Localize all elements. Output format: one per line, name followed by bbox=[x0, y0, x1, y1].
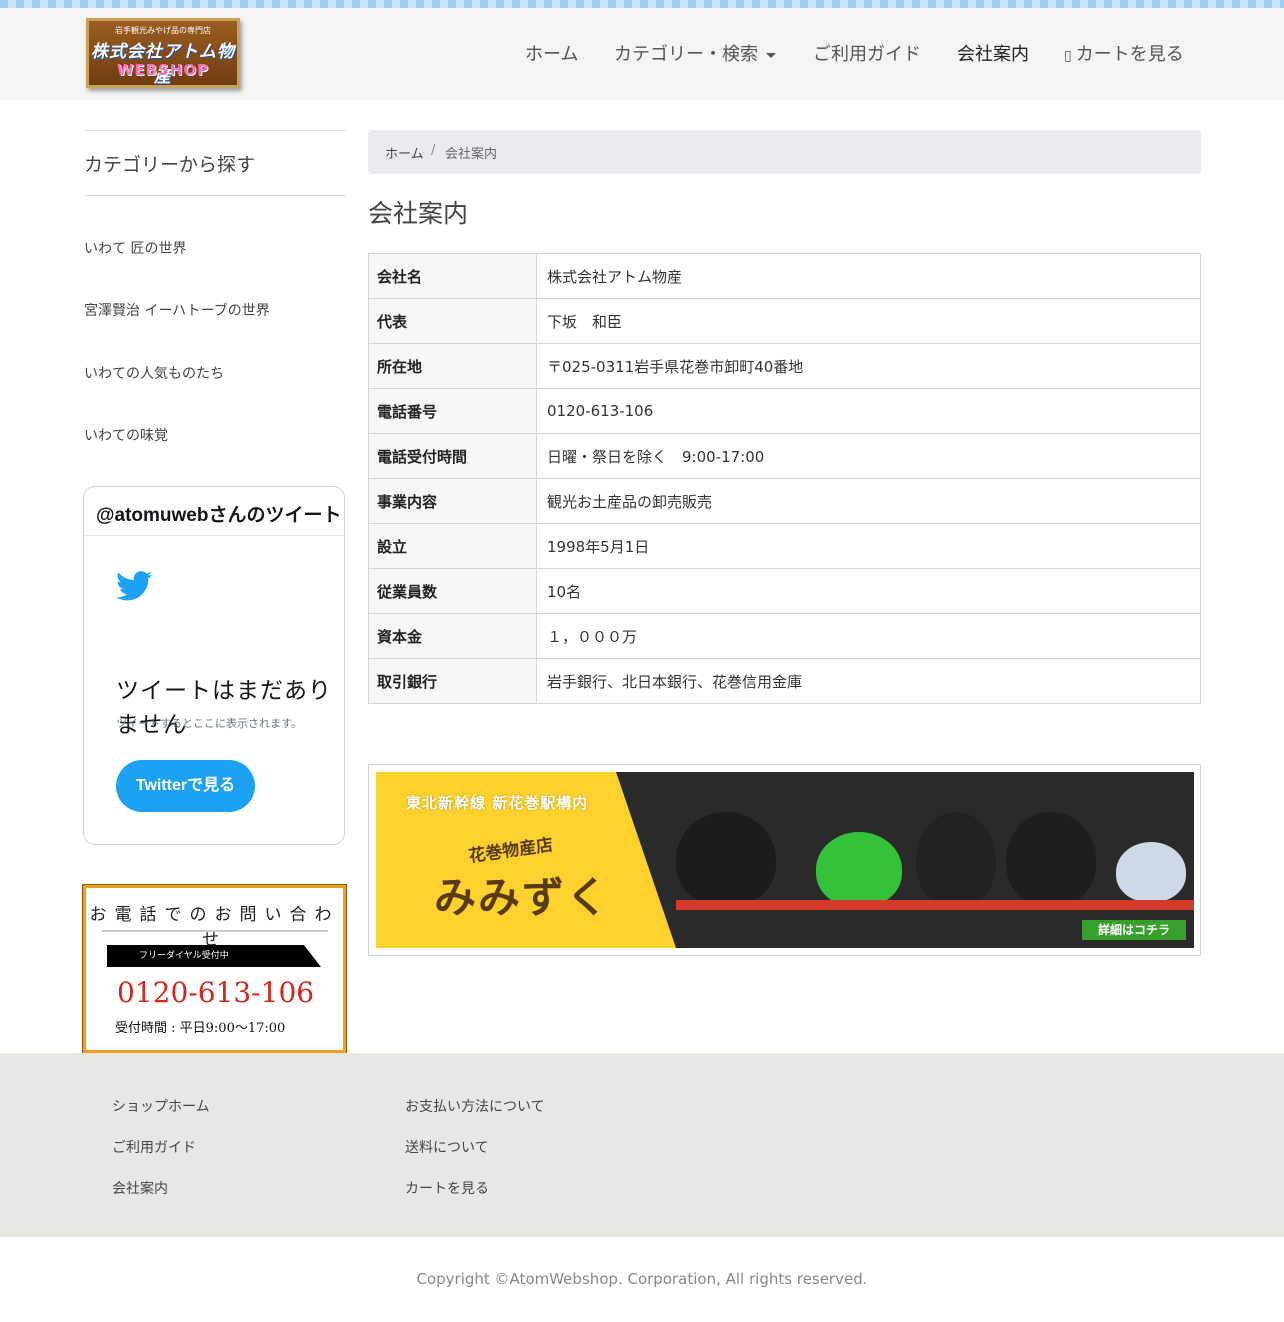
nav-cart[interactable]: ▯ カートを見る bbox=[1064, 40, 1184, 70]
page-title: 会社案内 bbox=[368, 199, 469, 228]
banner-shelf bbox=[676, 900, 1194, 910]
row-key: 電話受付時間 bbox=[368, 433, 537, 479]
nav-category-search[interactable]: カテゴリー・検索 bbox=[614, 40, 776, 70]
twitter-header-text[interactable]: @atomuwebさんのツイート bbox=[96, 500, 341, 527]
contact-title: お電話でのお問い合わせ bbox=[89, 905, 340, 950]
twitter-bird-icon bbox=[116, 571, 152, 601]
sidebar-divider bbox=[84, 195, 346, 196]
contact-divider bbox=[102, 930, 328, 932]
mimizuku-shop-banner[interactable]: 東北新幹線 新花巻駅構内 花巻物産店 みみずく 詳細はコチラ bbox=[368, 764, 1201, 956]
banner-line3: みみずく bbox=[434, 873, 611, 922]
sidebar-item-popular[interactable]: いわての人気ものたち bbox=[84, 363, 224, 383]
table-row: 会社名 株式会社アトム物産 bbox=[368, 253, 1201, 299]
table-row: 所在地 〒025-0311岩手県花巻市卸町40番地 bbox=[368, 343, 1201, 389]
table-row: 資本金 １，０００万 bbox=[368, 613, 1201, 659]
table-row: 設立 1998年5月1日 bbox=[368, 523, 1201, 569]
caret-down-icon bbox=[766, 52, 776, 58]
sidebar-item-taste[interactable]: いわての味覚 bbox=[84, 425, 168, 445]
contact-phone: 0120-613-106 bbox=[117, 976, 315, 1009]
sidebar-item-ihatov[interactable]: 宮澤賢治 イーハトーブの世界 bbox=[84, 300, 270, 320]
table-row: 従業員数 10名 bbox=[368, 568, 1201, 614]
nav-company[interactable]: 会社案内 bbox=[957, 40, 1029, 70]
iron-kettle-image bbox=[916, 812, 996, 907]
site-header: 岩手観光みやげ品の専門店 株式会社アトム物産 WEBSHOP ホーム カテゴリー… bbox=[0, 8, 1284, 100]
phone-contact-box[interactable]: お電話でのお問い合わせ フリーダイヤル受付中 0120-613-106 受付時間… bbox=[82, 884, 347, 1054]
table-row: 電話受付時間 日曜・祭日を除く 9:00-17:00 bbox=[368, 433, 1201, 479]
iron-kettle-image bbox=[1006, 812, 1096, 907]
table-row: 取引銀行 岩手銀行、北日本銀行、花巻信用金庫 bbox=[368, 658, 1201, 704]
nav-home[interactable]: ホーム bbox=[525, 40, 578, 70]
twitter-empty-desc: ツイートするとここに表示されます。 bbox=[116, 717, 302, 730]
contact-hours: 受付時間 : 平日9:00〜17:00 bbox=[115, 1021, 286, 1036]
sidebar-divider bbox=[84, 130, 346, 131]
footer-link-payment[interactable]: お支払い方法について bbox=[405, 1096, 545, 1116]
footer-link-company[interactable]: 会社案内 bbox=[112, 1178, 168, 1198]
contact-freedial-bar: フリーダイヤル受付中 bbox=[107, 945, 321, 967]
table-row: 電話番号 0120-613-106 bbox=[368, 388, 1201, 434]
banner-line2: 花巻物産店 bbox=[467, 835, 555, 867]
breadcrumb-separator: / bbox=[431, 143, 436, 158]
row-key: 会社名 bbox=[368, 253, 537, 299]
row-value: 観光お土産品の卸売販売 bbox=[536, 478, 1201, 524]
banner-details-button[interactable]: 詳細はコチラ bbox=[1082, 920, 1186, 940]
row-value: １，０００万 bbox=[536, 613, 1201, 659]
row-key: 所在地 bbox=[368, 343, 537, 389]
cart-icon: ▯ bbox=[1064, 48, 1072, 64]
row-value: 1998年5月1日 bbox=[536, 523, 1201, 569]
top-stripe bbox=[0, 0, 1284, 8]
row-key: 代表 bbox=[368, 298, 537, 344]
banner-image: 東北新幹線 新花巻駅構内 花巻物産店 みみずく 詳細はコチラ bbox=[376, 772, 1194, 948]
table-row: 代表 下坂 和臣 bbox=[368, 298, 1201, 344]
breadcrumb-home[interactable]: ホーム bbox=[385, 143, 424, 162]
row-key: 設立 bbox=[368, 523, 537, 569]
row-value: 日曜・祭日を除く 9:00-17:00 bbox=[536, 433, 1201, 479]
copyright: Copyright ©AtomWebshop. Corporation, All… bbox=[416, 1270, 868, 1288]
row-key: 電話番号 bbox=[368, 388, 537, 434]
sidebar-item-craft[interactable]: いわて 匠の世界 bbox=[84, 238, 186, 258]
footer-link-guide[interactable]: ご利用ガイド bbox=[112, 1137, 196, 1157]
nav-cart-label: カートを見る bbox=[1075, 44, 1184, 65]
nav-guide[interactable]: ご利用ガイド bbox=[813, 40, 921, 70]
row-value: 0120-613-106 bbox=[536, 388, 1201, 434]
site-logo[interactable]: 岩手観光みやげ品の専門店 株式会社アトム物産 WEBSHOP bbox=[86, 18, 240, 88]
row-key: 事業内容 bbox=[368, 478, 537, 524]
twitter-header: @atomuwebさんのツイート bbox=[84, 487, 344, 536]
row-value: 下坂 和臣 bbox=[536, 298, 1201, 344]
logo-tagline: 岩手観光みやげ品の専門店 bbox=[115, 26, 211, 35]
green-kettle-image bbox=[816, 832, 902, 907]
twitter-view-button[interactable]: Twitterで見る bbox=[116, 760, 255, 812]
row-value: 岩手銀行、北日本銀行、花巻信用金庫 bbox=[536, 658, 1201, 704]
row-key: 取引銀行 bbox=[368, 658, 537, 704]
row-value: 10名 bbox=[536, 568, 1201, 614]
row-value: 株式会社アトム物産 bbox=[536, 253, 1201, 299]
table-row: 事業内容 観光お土産品の卸売販売 bbox=[368, 478, 1201, 524]
breadcrumb-current: 会社案内 bbox=[445, 147, 498, 162]
twitter-timeline: @atomuwebさんのツイート ツイートはまだありません ツイートするとここに… bbox=[83, 486, 345, 845]
row-key: 従業員数 bbox=[368, 568, 537, 614]
sidebar-title: カテゴリーから探す bbox=[84, 154, 256, 176]
logo-sub: WEBSHOP bbox=[116, 61, 210, 79]
breadcrumb: ホーム / 会社案内 bbox=[368, 130, 1201, 174]
footer-link-shipping[interactable]: 送料について bbox=[405, 1137, 489, 1157]
banner-yellow-panel: 東北新幹線 新花巻駅構内 花巻物産店 みみずく bbox=[376, 772, 676, 948]
company-info-table: 会社名 株式会社アトム物産 代表 下坂 和臣 所在地 〒025-0311岩手県花巻市卸… bbox=[368, 253, 1201, 704]
footer-link-shop-home[interactable]: ショップホーム bbox=[112, 1096, 210, 1116]
footer-link-cart[interactable]: カートを見る bbox=[405, 1178, 489, 1198]
ceramics-image bbox=[1116, 842, 1186, 902]
iron-kettle-image bbox=[676, 812, 776, 907]
nav-category-label: カテゴリー・検索 bbox=[614, 44, 758, 65]
row-value: 〒025-0311岩手県花巻市卸町40番地 bbox=[536, 343, 1201, 389]
banner-line1: 東北新幹線 新花巻駅構内 bbox=[406, 794, 589, 812]
row-key: 資本金 bbox=[368, 613, 537, 659]
